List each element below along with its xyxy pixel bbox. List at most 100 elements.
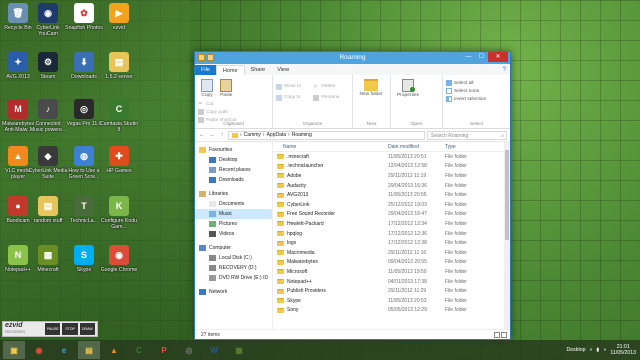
- minimize-button[interactable]: —: [462, 52, 475, 62]
- desktop-icon[interactable]: S Skype: [64, 245, 104, 273]
- tab-share[interactable]: Share: [245, 65, 272, 75]
- table-row[interactable]: Skype 11/05/2013 20:53 File folder: [273, 296, 510, 306]
- large-icons-view-icon[interactable]: [501, 332, 507, 338]
- nav-item-network[interactable]: Network: [195, 287, 272, 297]
- tab-file[interactable]: File: [195, 65, 216, 75]
- desktop-icon[interactable]: ▦ Minecraft: [28, 245, 68, 273]
- folder-icon[interactable]: [198, 54, 205, 61]
- desktop-icon[interactable]: ◎ Vegas Pro 11.0: [64, 99, 104, 127]
- camtasia-task[interactable]: C: [128, 341, 150, 359]
- table-row[interactable]: Microsoft 11/05/2013 19:50 File folder: [273, 267, 510, 277]
- copy-to-button[interactable]: Copy to: [276, 92, 312, 103]
- move-to-button[interactable]: Move to: [276, 81, 312, 92]
- nav-item-dvd-rw-drive-e-id[interactable]: DVD RW Drive (E:) ID: [195, 273, 272, 283]
- forward-button[interactable]: →: [208, 131, 216, 139]
- maximize-button[interactable]: ☐: [475, 52, 488, 62]
- chrome-task[interactable]: ◉: [28, 341, 50, 359]
- nav-item-recovery-d[interactable]: RECOVERY (D:): [195, 263, 272, 273]
- word-task[interactable]: W: [203, 341, 225, 359]
- delete-button[interactable]: ✕ Delete: [313, 81, 339, 92]
- nav-item-local-disk-c[interactable]: Local Disk (C:): [195, 253, 272, 263]
- breadcrumb-appdata[interactable]: AppData: [267, 131, 286, 139]
- media-task[interactable]: ◎: [178, 341, 200, 359]
- table-row[interactable]: Hewlett-Packard 17/12/2012 12:34 File fold…: [273, 219, 510, 229]
- invert-selection-button[interactable]: Invert selection: [446, 95, 507, 103]
- desktop-toolbar-label[interactable]: Desktop: [567, 347, 586, 353]
- table-row[interactable]: Free Sound Recorder 29/04/2013 16:47 File …: [273, 210, 510, 220]
- desktop-icon[interactable]: ✚ HP Games: [99, 146, 139, 174]
- desktop-icon[interactable]: ⚙ Steam: [28, 52, 68, 80]
- desktop-icon[interactable]: ▶ ezvid: [99, 3, 139, 31]
- desktop-icon[interactable]: ▤ 1.5.2 server: [99, 52, 139, 80]
- paint-task[interactable]: P: [153, 341, 175, 359]
- nav-item-videos[interactable]: Videos: [195, 229, 272, 239]
- vertical-scrollbar[interactable]: [504, 142, 510, 329]
- column-date-modified[interactable]: Date modified: [388, 144, 445, 150]
- close-button[interactable]: ✕: [488, 52, 508, 62]
- column-name[interactable]: Name: [273, 144, 388, 150]
- nav-item-music[interactable]: Music: [195, 209, 272, 219]
- paste-button[interactable]: Paste: [217, 79, 235, 98]
- nav-item-desktop[interactable]: Desktop: [195, 155, 272, 165]
- desktop-icon[interactable]: ◉ Google Chrome: [99, 245, 139, 273]
- scrollbar-thumb[interactable]: [505, 150, 509, 240]
- desktop-icon[interactable]: T TechnicLa...: [64, 196, 104, 224]
- new-folder-button[interactable]: New folder: [356, 79, 386, 97]
- table-row[interactable]: .minecraft 11/05/2013 20:51 File folder: [273, 152, 510, 162]
- ezvid-draw-button[interactable]: DRAW: [79, 323, 95, 335]
- ezvid-stop-button[interactable]: STOP: [62, 323, 78, 335]
- properties-quick-icon[interactable]: [207, 54, 214, 61]
- table-row[interactable]: Sony 05/05/2013 12:29 File folder: [273, 306, 510, 316]
- nav-item-documents[interactable]: Documents: [195, 199, 272, 209]
- nav-item-pictures[interactable]: Pictures: [195, 219, 272, 229]
- tab-view[interactable]: View: [271, 65, 295, 75]
- nav-item-computer[interactable]: Computer: [195, 243, 272, 253]
- copy-path-button[interactable]: Copy path: [198, 108, 237, 116]
- desktop-icon[interactable]: ◉ CyberLink YouCam: [28, 3, 68, 37]
- tray-chevron-icon[interactable]: »: [590, 347, 593, 353]
- desktop-icon[interactable]: ◍ How to Use a Green Scre...: [64, 146, 104, 180]
- table-row[interactable]: Audacity 29/04/2013 16:36 File folder: [273, 181, 510, 191]
- desktop-icon[interactable]: C Camtasia Studio 8: [99, 99, 139, 133]
- minecraft-task[interactable]: ▦: [228, 341, 250, 359]
- tab-home[interactable]: Home: [215, 65, 245, 75]
- explorer-task[interactable]: ▤: [78, 341, 100, 359]
- volume-icon[interactable]: ◖: [603, 347, 606, 353]
- desktop-icon[interactable]: K Configure Kodu Gam...: [99, 196, 139, 230]
- back-button[interactable]: ←: [198, 131, 206, 139]
- select-none-button[interactable]: Select none: [446, 87, 507, 95]
- nav-item-downloads[interactable]: Downloads: [195, 175, 272, 185]
- table-row[interactable]: CyberLink 25/12/2012 19:03 File folder: [273, 200, 510, 210]
- address-bar[interactable]: › Cammy › AppData › Roaming: [228, 130, 425, 140]
- select-all-button[interactable]: Select all: [446, 79, 507, 87]
- table-row[interactable]: Malwarebytes 09/04/2013 20:55 File folder: [273, 258, 510, 268]
- column-type[interactable]: Type: [445, 144, 485, 150]
- help-icon[interactable]: ?: [503, 65, 510, 75]
- desktop-icon[interactable]: ⬇ Downloads: [64, 52, 104, 80]
- table-row[interactable]: Adobe 29/11/2012 11:19 File folder: [273, 171, 510, 181]
- vlc-task[interactable]: ▲: [103, 341, 125, 359]
- file-explorer-task[interactable]: ▣: [3, 341, 25, 359]
- cut-button[interactable]: ✂ Cut: [198, 100, 237, 108]
- table-row[interactable]: logs 17/12/2012 12:38 File folder: [273, 238, 510, 248]
- properties-button[interactable]: Properties: [394, 79, 422, 98]
- table-row[interactable]: Publish Providers 29/11/2012 11:29 File fo…: [273, 286, 510, 296]
- table-row[interactable]: .techniclauncher 12/04/2013 12:58 File fol…: [273, 162, 510, 172]
- ezvid-pause-button[interactable]: PAUSE: [45, 323, 61, 335]
- desktop-icon[interactable]: ♪ Connected Music powere...: [28, 99, 68, 133]
- ie-task[interactable]: e: [53, 341, 75, 359]
- clock[interactable]: 21:01 11/05/2013: [610, 344, 636, 356]
- nav-item-recent-places[interactable]: Recent places: [195, 165, 272, 175]
- breadcrumb-roaming[interactable]: Roaming: [292, 131, 312, 139]
- up-button[interactable]: ↑: [218, 131, 226, 139]
- desktop-icon[interactable]: ✿ Snapfish Photos: [64, 3, 104, 31]
- title-bar[interactable]: Roaming — ☐ ✕: [195, 52, 510, 64]
- desktop-icon[interactable]: ▤ random stuff: [28, 196, 68, 224]
- table-row[interactable]: AVG2013 11/05/2013 20:55 File folder: [273, 190, 510, 200]
- desktop-icon[interactable]: ◆ CyberLink Media Suite: [28, 146, 68, 180]
- rename-button[interactable]: Rename: [313, 92, 339, 103]
- table-row[interactable]: hpqlog 17/12/2012 12:36 File folder: [273, 229, 510, 239]
- nav-item-favourites[interactable]: Favourites: [195, 145, 272, 155]
- network-icon[interactable]: ▮: [596, 347, 599, 353]
- table-row[interactable]: Notepad++ 04/01/2013 17:38 File folder: [273, 277, 510, 287]
